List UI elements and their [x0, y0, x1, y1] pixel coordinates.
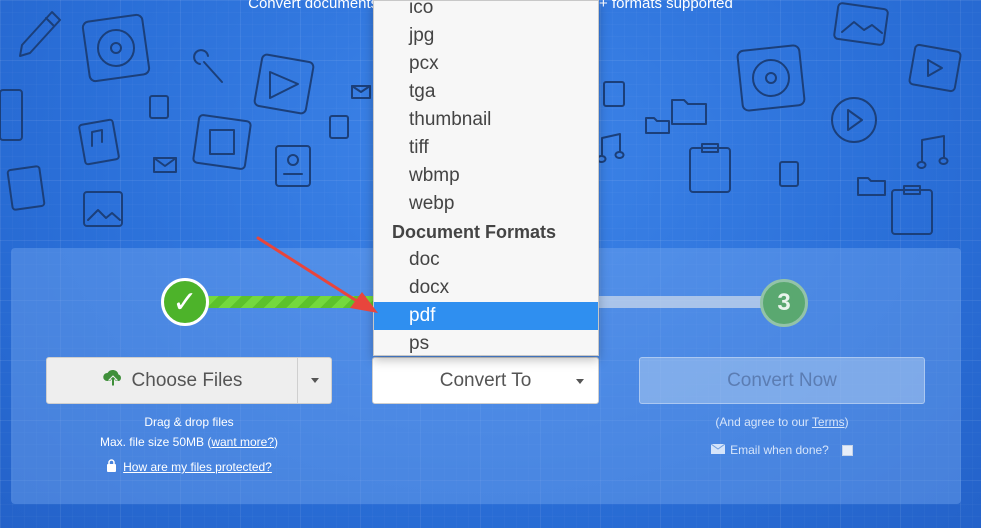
- video-frame-icon: [908, 43, 962, 93]
- agree-prefix: (And agree to our: [715, 415, 812, 429]
- mp3-file-icon: [78, 118, 120, 166]
- dropdown-option-jpg[interactable]: jpg: [374, 22, 598, 50]
- envelope-icon: [710, 443, 726, 457]
- dropdown-option-pcx[interactable]: pcx: [374, 50, 598, 78]
- small-file-icon-right: [603, 81, 799, 187]
- dropdown-group-header: Document Formats: [392, 222, 557, 242]
- drag-drop-hint: Drag & drop files: [144, 415, 234, 429]
- max-size-prefix: Max. file size 50MB (: [99, 435, 212, 449]
- choose-files-source-dropdown[interactable]: [297, 358, 331, 403]
- max-size-suffix: ): [274, 435, 279, 449]
- dropdown-option-ico[interactable]: ico: [374, 1, 598, 22]
- choose-files-button-group: Choose Files: [46, 357, 332, 404]
- clipboard-icon: [689, 143, 731, 193]
- dropdown-option-doc[interactable]: doc: [374, 246, 598, 274]
- convert-to-dropdown-list: ico jpg pcx tga thumbnail tiff wbmp webp Documen…: [373, 0, 599, 356]
- envelope-small-icon: [351, 85, 371, 99]
- agree-suffix: ): [844, 415, 849, 429]
- want-more-link[interactable]: want more?: [211, 435, 274, 449]
- chevron-down-icon: [310, 378, 319, 383]
- folder-icon-right: [857, 177, 886, 196]
- chevron-down-icon: [576, 379, 584, 384]
- files-protected-link[interactable]: How are my files protected?: [123, 460, 272, 474]
- contact-file-icon: [275, 145, 311, 187]
- disc-frame-icon: [81, 13, 151, 83]
- clipboard-icon-right: [891, 185, 933, 235]
- folder-small-icon: [645, 117, 670, 134]
- dropdown-option-thumbnail[interactable]: thumbnail: [374, 106, 598, 134]
- dropdown-option-tiff[interactable]: tiff: [374, 134, 598, 162]
- email-when-done-label: Email when done?: [730, 443, 829, 457]
- dropdown-option-docx[interactable]: docx: [374, 274, 598, 302]
- film-strip-icon: [192, 114, 252, 170]
- play-circle-icon: [831, 97, 877, 143]
- choose-files-label: Choose Files: [131, 369, 243, 391]
- email-when-done-checkbox[interactable]: [841, 444, 853, 456]
- photo-stack-icon: [833, 2, 889, 46]
- terms-link[interactable]: Terms: [812, 415, 845, 429]
- mov-file-icon: [6, 165, 46, 211]
- music-note-icon: [596, 133, 625, 163]
- dropdown-option-tga[interactable]: tga: [374, 78, 598, 106]
- progress-track-complete: [185, 296, 385, 308]
- dropdown-option-wbmp[interactable]: wbmp: [374, 162, 598, 190]
- email-when-done-row: Email when done?: [639, 443, 925, 457]
- step-3-indicator: 3: [760, 279, 808, 327]
- terms-agreement-text: (And agree to our Terms): [639, 415, 925, 429]
- document-icon: [0, 89, 23, 141]
- convert-now-button[interactable]: Convert Now: [639, 357, 925, 404]
- music-notes-icon: [916, 135, 949, 169]
- pencil-icon: [19, 11, 61, 57]
- disc-frame-icon-right: [736, 44, 806, 112]
- files-protected-row: How are my files protected?: [46, 459, 332, 475]
- dropdown-option-webp[interactable]: webp: [374, 190, 598, 218]
- convert-to-select[interactable]: Convert To: [372, 357, 599, 404]
- dropdown-option-pdf[interactable]: pdf: [374, 302, 598, 330]
- lock-icon: [106, 459, 117, 475]
- step-1-complete-indicator: ✓: [161, 278, 209, 326]
- folder-icon: [671, 99, 707, 125]
- convert-to-label: Convert To: [439, 369, 532, 391]
- image-file-icon: [83, 191, 123, 227]
- choose-files-button[interactable]: Choose Files: [47, 358, 297, 403]
- play-frame-icon: [253, 53, 315, 115]
- cloud-upload-icon: [102, 368, 124, 394]
- envelope-icon: [153, 157, 177, 173]
- dropdown-option-ps[interactable]: ps: [374, 330, 598, 355]
- max-file-size-text: Max. file size 50MB (want more?): [46, 435, 332, 449]
- wrench-icon: [193, 49, 223, 83]
